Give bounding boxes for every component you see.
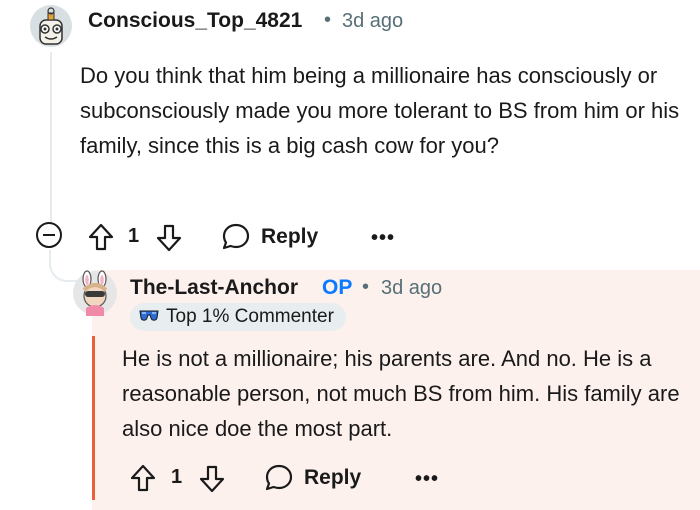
upvote-icon[interactable]	[88, 223, 114, 251]
downvote-icon[interactable]	[199, 465, 225, 493]
reply-button[interactable]: Reply	[264, 463, 361, 493]
reply-author[interactable]: The-Last-Anchor	[130, 276, 298, 300]
more-icon[interactable]: •••	[415, 468, 439, 491]
reply-timestamp: 3d ago	[381, 277, 443, 299]
more-icon[interactable]: •••	[371, 227, 395, 250]
downvote-icon[interactable]	[156, 224, 182, 252]
thread-line[interactable]	[50, 52, 52, 222]
meta-separator: •	[362, 276, 370, 298]
vote-count: 1	[171, 466, 183, 488]
vote-count: 1	[128, 225, 140, 247]
sunglasses-icon	[138, 308, 160, 326]
reply-button[interactable]: Reply	[221, 222, 318, 252]
flair-label: Top 1% Commenter	[166, 306, 334, 327]
op-badge: OP	[322, 276, 353, 299]
comment-timestamp: 3d ago	[342, 10, 404, 32]
reply-icon	[264, 463, 294, 493]
reply-thread-bar[interactable]	[92, 336, 95, 500]
comment-author[interactable]: Conscious_Top_4821	[88, 9, 302, 33]
collapse-icon[interactable]	[36, 222, 62, 248]
reply-label: Reply	[261, 225, 319, 248]
avatar[interactable]	[72, 270, 118, 316]
upvote-icon[interactable]	[130, 464, 156, 492]
reply-label: Reply	[304, 466, 362, 489]
comment-body: Do you think that him being a millionair…	[80, 63, 680, 158]
avatar[interactable]	[29, 4, 73, 48]
reply-icon	[221, 222, 251, 252]
reply-body: He is not a millionaire; his parents are…	[122, 346, 680, 441]
meta-separator: •	[324, 9, 332, 31]
user-flair: Top 1% Commenter	[130, 303, 346, 331]
